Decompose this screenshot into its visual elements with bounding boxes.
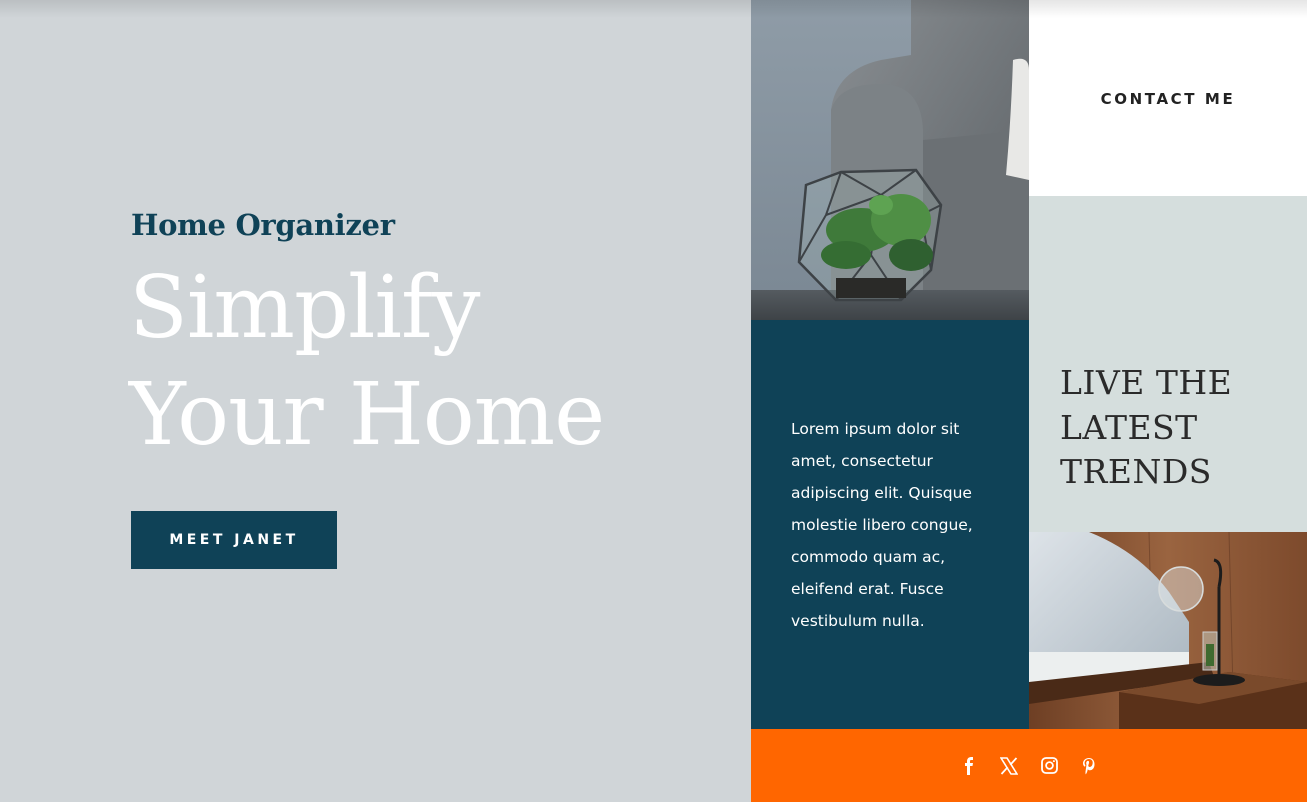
hero-headline-line2: Your Home [129, 365, 605, 465]
description-text: Lorem ipsum dolor sit amet, consectetur … [791, 420, 973, 630]
hero-headline: Simplify Your Home [129, 255, 729, 469]
trends-line3: TRENDS [1060, 452, 1212, 491]
contact-me-link[interactable]: CONTACT ME [1101, 90, 1236, 108]
pinterest-icon[interactable] [1079, 756, 1099, 776]
trends-line2: LATEST [1060, 407, 1198, 447]
terrarium-image [751, 0, 1029, 320]
facebook-icon[interactable] [959, 756, 979, 776]
trends-line1: LIVE THE [1060, 363, 1233, 402]
hero-section: Home Organizer Simplify Your Home MEET J… [0, 0, 751, 802]
x-icon[interactable] [999, 756, 1019, 776]
trends-heading: LIVE THE LATEST TRENDS [1060, 361, 1300, 495]
bedroom-image [1029, 532, 1307, 729]
social-bar [751, 729, 1307, 802]
hero-headline-line1: Simplify [129, 258, 480, 358]
hero-eyebrow: Home Organizer [131, 208, 395, 242]
meet-janet-button[interactable]: MEET JANET [131, 511, 337, 569]
contact-box: CONTACT ME [1029, 0, 1307, 196]
instagram-icon[interactable] [1039, 756, 1059, 776]
trends-panel: LIVE THE LATEST TRENDS [1029, 196, 1307, 532]
description-panel: Lorem ipsum dolor sit amet, consectetur … [751, 320, 1029, 729]
